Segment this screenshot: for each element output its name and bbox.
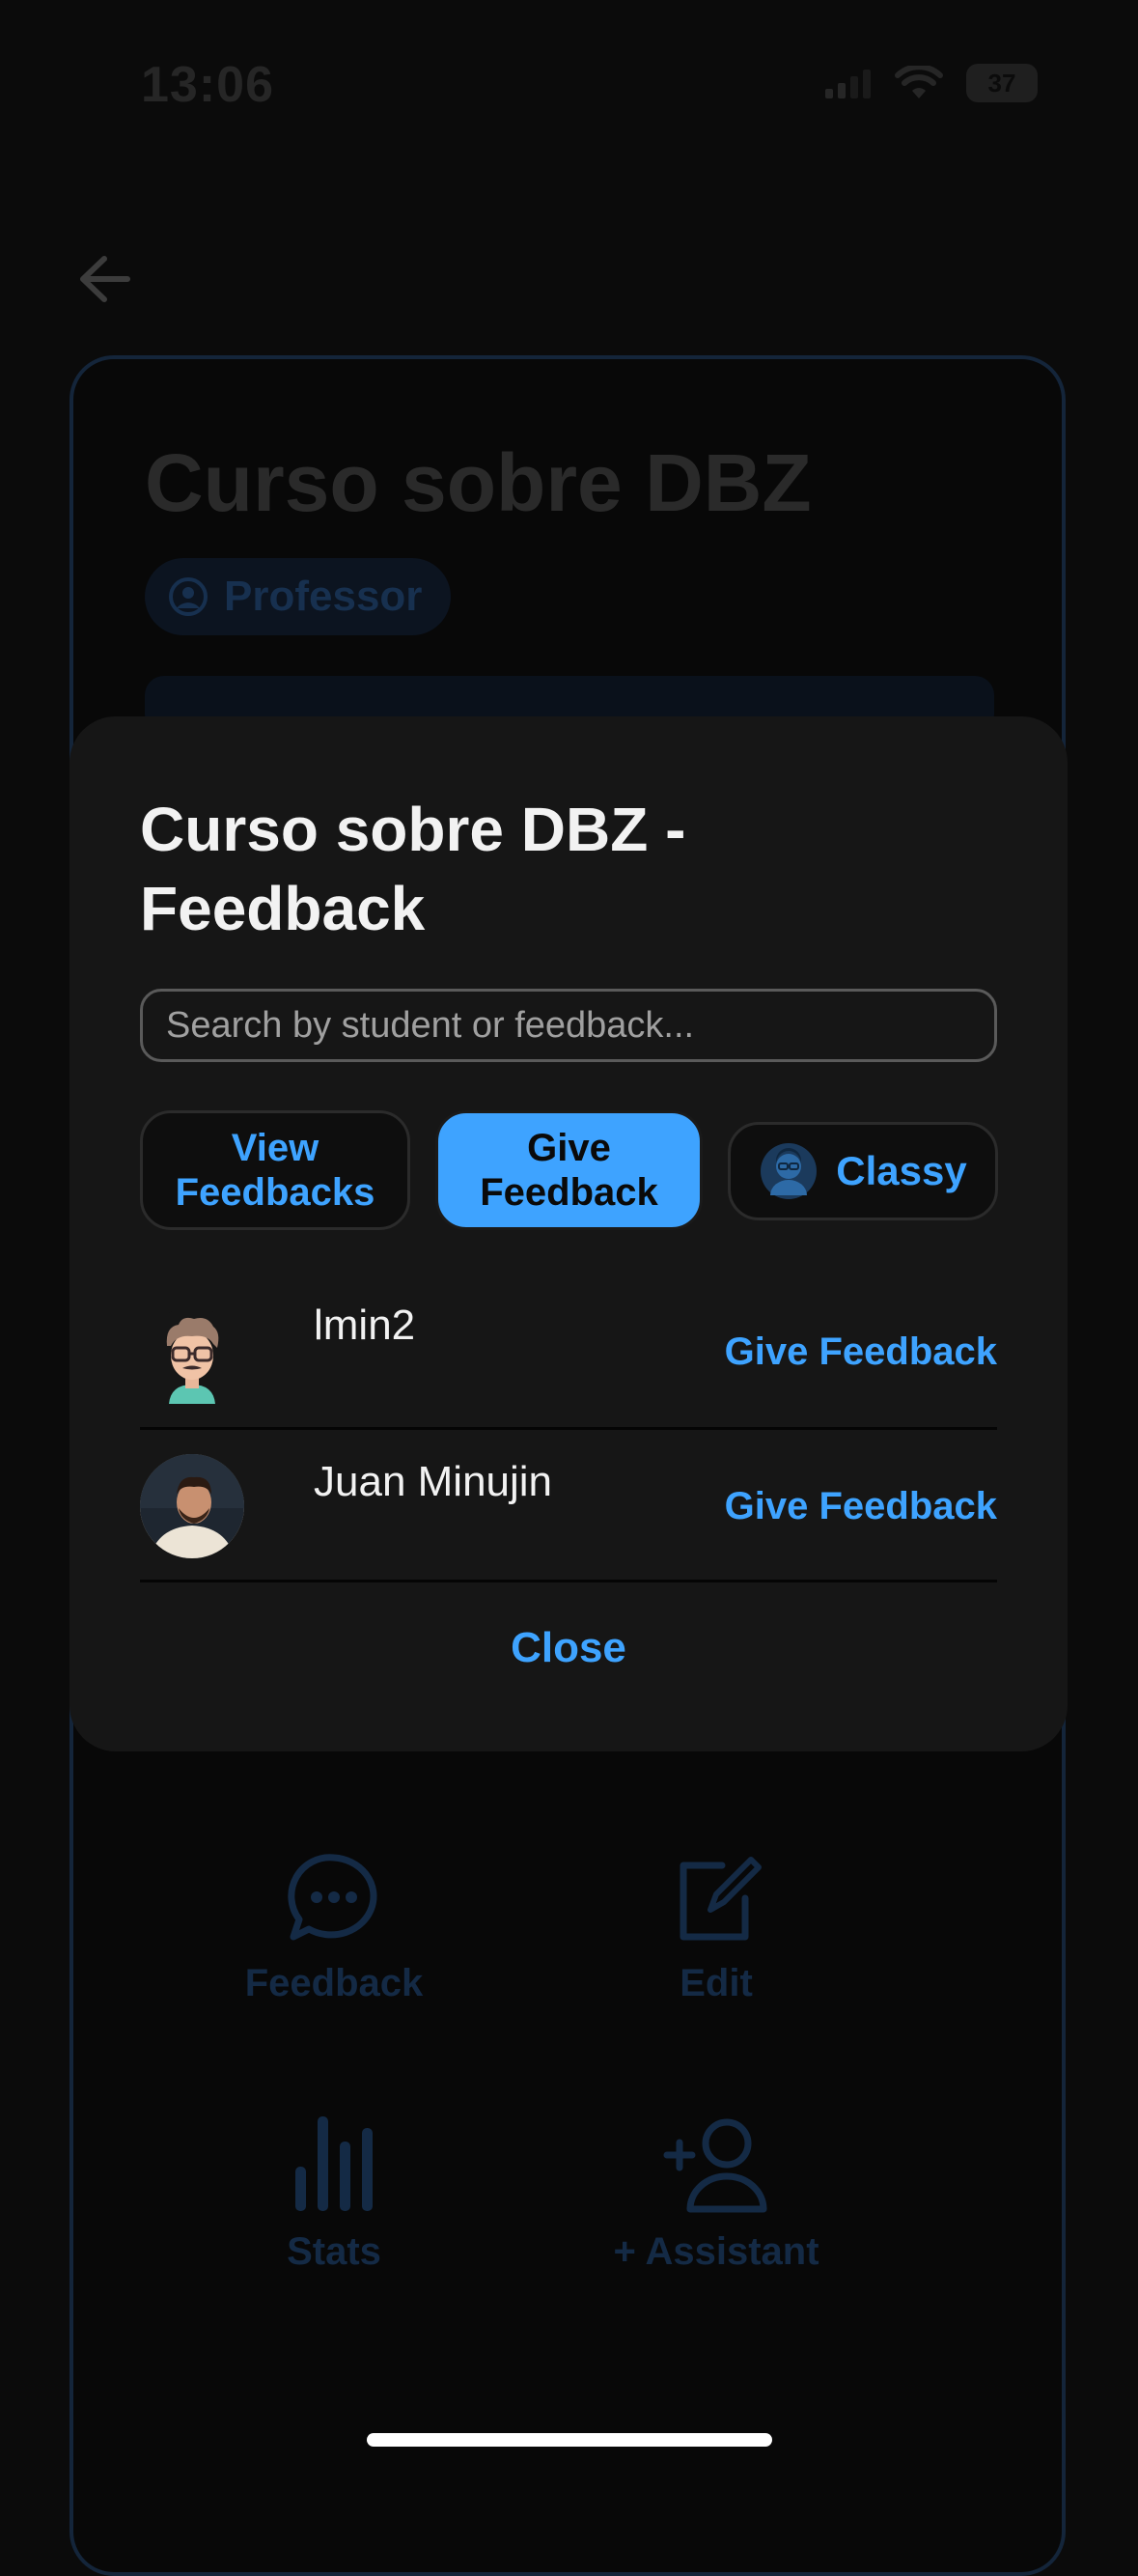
search-input[interactable] — [140, 989, 997, 1062]
student-row: lmin2 Give Feedback — [140, 1267, 997, 1429]
modal-title: Curso sobre DBZ - Feedback — [140, 795, 686, 943]
back-button[interactable] — [71, 245, 139, 313]
student-name: lmin2 — [314, 1302, 416, 1349]
row-divider — [140, 1580, 997, 1582]
cartoon-avatar-icon — [166, 1317, 219, 1404]
course-title: Curso sobre DBZ — [145, 437, 812, 528]
give-feedback-link[interactable]: Give Feedback — [725, 1485, 997, 1528]
add-assistant-action-label: + Assistant — [613, 2230, 819, 2273]
role-chip-label: Professor — [224, 573, 423, 620]
assistant-avatar-icon — [761, 1143, 818, 1199]
bar-chart-icon — [295, 2116, 373, 2211]
tab-classy[interactable]: Classy — [728, 1122, 998, 1220]
feedback-action-label: Feedback — [244, 1962, 424, 2004]
edit-action[interactable]: Edit — [571, 1852, 861, 2005]
student-name: Juan Minujin — [314, 1458, 553, 1505]
signal-icon — [825, 70, 871, 98]
feedback-action[interactable]: Feedback — [189, 1852, 479, 2005]
user-circle-icon — [169, 577, 208, 616]
role-chip: Professor — [145, 558, 452, 635]
wifi-icon — [895, 66, 943, 98]
stats-action[interactable]: Stats — [189, 2113, 479, 2274]
photo-avatar-icon — [140, 1454, 244, 1558]
tab-classy-label: Classy — [836, 1148, 967, 1193]
close-button[interactable]: Close — [140, 1624, 997, 1672]
add-user-icon — [663, 2118, 767, 2213]
add-assistant-action[interactable]: + Assistant — [571, 2113, 861, 2274]
student-row: Juan Minujin Give Feedback — [140, 1431, 997, 1582]
edit-icon — [680, 1857, 762, 1941]
edit-action-label: Edit — [680, 1962, 753, 2004]
status-time: 13:06 — [141, 57, 274, 113]
tab-view-feedbacks[interactable]: View Feedbacks — [140, 1110, 410, 1230]
row-divider — [140, 1427, 997, 1430]
avatar — [140, 1454, 244, 1558]
arrow-left-icon — [80, 256, 130, 302]
give-feedback-link[interactable]: Give Feedback — [725, 1330, 997, 1374]
status-icons: 37 — [825, 64, 1038, 102]
tab-view-feedbacks-label: View Feedbacks — [175, 1127, 375, 1214]
avatar — [140, 1307, 244, 1412]
stats-action-label: Stats — [287, 2230, 381, 2273]
battery-indicator: 37 — [966, 64, 1038, 102]
home-indicator — [367, 2433, 772, 2447]
tab-give-feedback[interactable]: Give Feedback — [435, 1110, 703, 1230]
tab-give-feedback-label: Give Feedback — [480, 1127, 658, 1214]
chat-bubble-icon — [288, 1854, 377, 1941]
